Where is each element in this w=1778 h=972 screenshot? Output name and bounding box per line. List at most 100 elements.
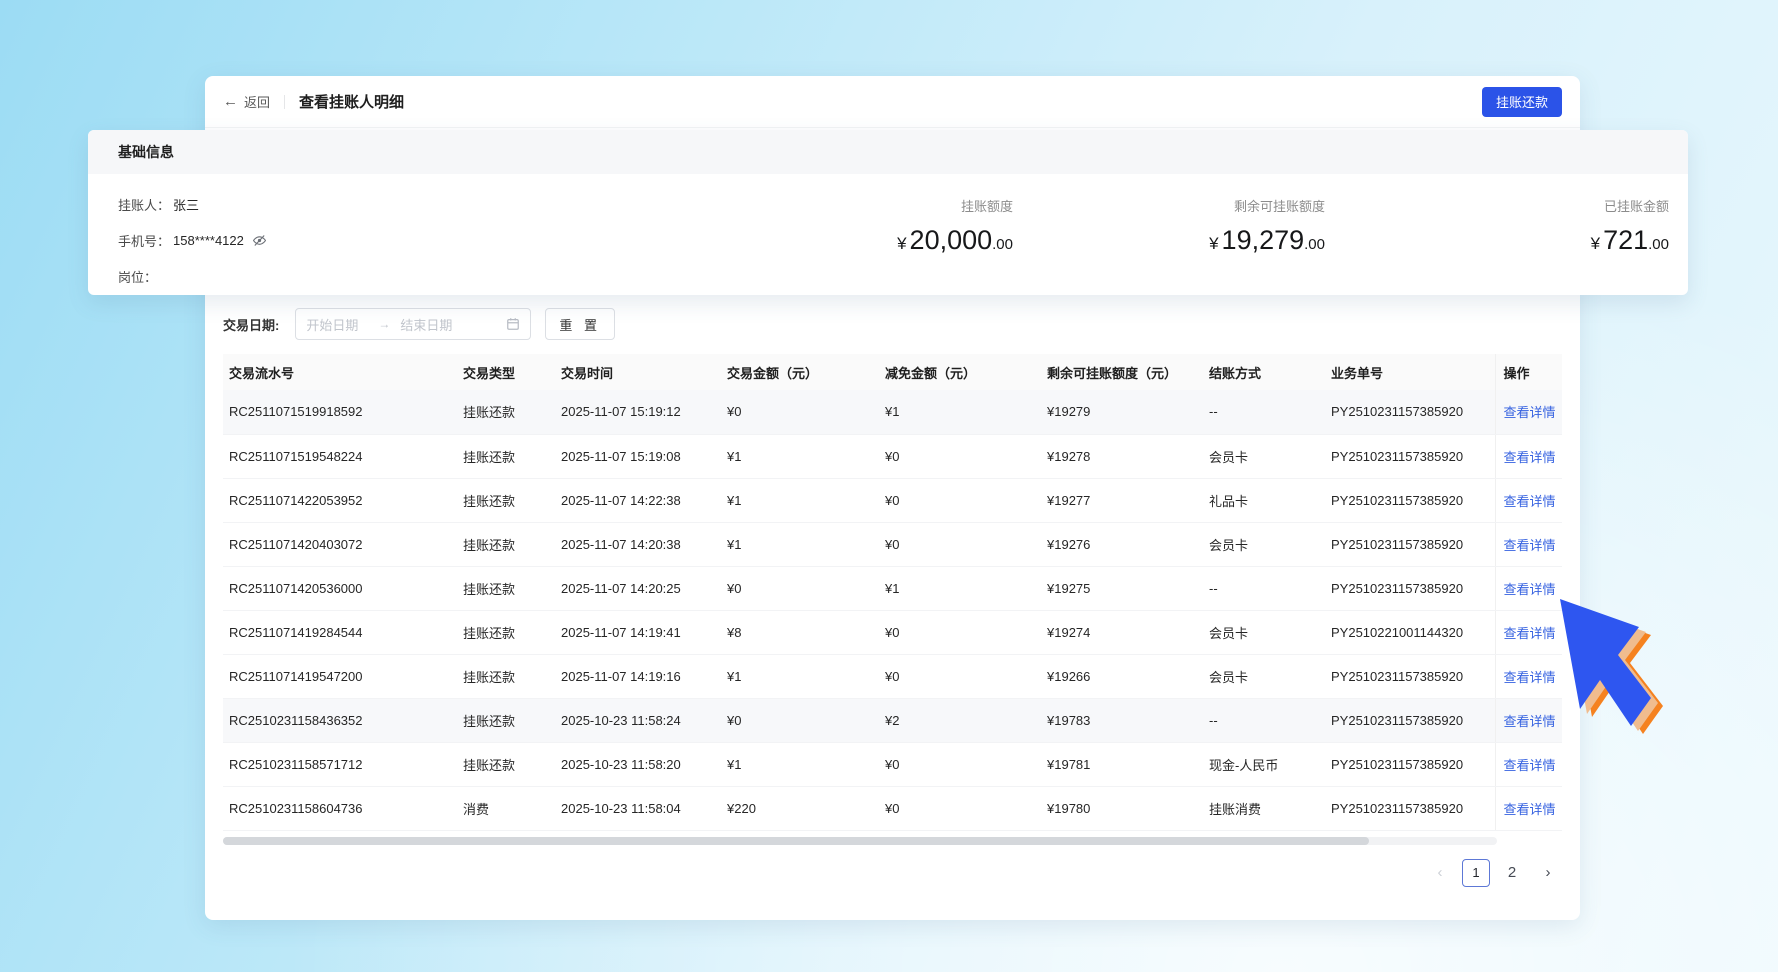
- view-detail-link[interactable]: 查看详情: [1504, 626, 1556, 641]
- cell-discount: ¥0: [877, 478, 1039, 522]
- cell-amount: ¥1: [719, 478, 877, 522]
- cell-id: RC2511071519918592: [223, 390, 455, 434]
- scrollbar-thumb[interactable]: [223, 837, 1369, 845]
- filter-row: 交易日期: 开始日期 → 结束日期 重 置: [223, 308, 1562, 340]
- info-fields: 挂账人： 张三 手机号： 158****4122 岗位：: [118, 186, 897, 294]
- cell-amount: ¥1: [719, 654, 877, 698]
- stat-remaining-limit: 剩余可挂账额度 ¥19,279.00: [1013, 196, 1325, 294]
- cell-amount: ¥8: [719, 610, 877, 654]
- view-detail-link[interactable]: 查看详情: [1504, 450, 1556, 465]
- start-date-input[interactable]: 开始日期: [306, 315, 372, 334]
- table-row: RC2511071519918592挂账还款2025-11-07 15:19:1…: [223, 390, 1562, 434]
- end-date-input[interactable]: 结束日期: [400, 315, 500, 334]
- cell-method: --: [1201, 698, 1323, 742]
- table-row: RC2511071420403072挂账还款2025-11-07 14:20:3…: [223, 522, 1562, 566]
- repay-button[interactable]: 挂账还款: [1482, 87, 1562, 117]
- page-button-1[interactable]: 1: [1462, 859, 1490, 887]
- field-label: 手机号：: [118, 231, 170, 250]
- view-detail-link[interactable]: 查看详情: [1504, 758, 1556, 773]
- view-detail-link[interactable]: 查看详情: [1504, 714, 1556, 729]
- cell-discount: ¥0: [877, 610, 1039, 654]
- cell-amount: ¥0: [719, 698, 877, 742]
- cell-order: PY2510231157385920: [1323, 522, 1495, 566]
- horizontal-scrollbar[interactable]: [223, 837, 1497, 845]
- cell-time: 2025-11-07 14:22:38: [553, 478, 719, 522]
- cell-id: RC2511071519548224: [223, 434, 455, 478]
- page-background: ← 返回 查看挂账人明细 挂账还款 交易日期: 开始日期 → 结束日期: [0, 0, 1778, 972]
- table-row: RC2510231158604736消费2025-10-23 11:58:04¥…: [223, 786, 1562, 830]
- cell-order: PY2510231157385920: [1323, 390, 1495, 434]
- cell-id: RC2511071420536000: [223, 566, 455, 610]
- column-header-4: 交易金额（元）: [719, 354, 877, 390]
- cell-discount: ¥2: [877, 698, 1039, 742]
- cell-remaining: ¥19780: [1039, 786, 1201, 830]
- table-row: RC2511071419284544挂账还款2025-11-07 14:19:4…: [223, 610, 1562, 654]
- cell-time: 2025-11-07 14:20:38: [553, 522, 719, 566]
- pagination: ‹ 1 2 ›: [223, 859, 1562, 887]
- cell-time: 2025-11-07 14:20:25: [553, 566, 719, 610]
- page-button-2[interactable]: 2: [1498, 859, 1526, 887]
- field-account-holder: 挂账人： 张三: [118, 186, 897, 222]
- date-range-picker[interactable]: 开始日期 → 结束日期: [295, 308, 531, 340]
- topbar: ← 返回 查看挂账人明细 挂账还款: [205, 76, 1580, 128]
- column-header-5: 减免金额（元）: [877, 354, 1039, 390]
- next-page-button[interactable]: ›: [1534, 859, 1562, 887]
- cell-time: 2025-10-23 11:58:24: [553, 698, 719, 742]
- table-header-row: 交易流水号交易类型交易时间交易金额（元）减免金额（元）剩余可挂账额度（元）结账方…: [223, 354, 1562, 390]
- column-header-9: 操作: [1495, 354, 1562, 390]
- cell-time: 2025-10-23 11:58:04: [553, 786, 719, 830]
- cell-amount: ¥0: [719, 566, 877, 610]
- table-row: RC2510231158436352挂账还款2025-10-23 11:58:2…: [223, 698, 1562, 742]
- cell-time: 2025-11-07 15:19:12: [553, 390, 719, 434]
- cell-amount: ¥220: [719, 786, 877, 830]
- cell-id: RC2511071419284544: [223, 610, 455, 654]
- stat-value: ¥19,279.00: [1013, 225, 1325, 260]
- transactions-table: 交易流水号交易类型交易时间交易金额（元）减免金额（元）剩余可挂账额度（元）结账方…: [223, 354, 1562, 831]
- back-arrow-icon: ←: [223, 94, 238, 109]
- stat-label: 剩余可挂账额度: [1013, 196, 1325, 215]
- reset-button[interactable]: 重 置: [545, 308, 615, 340]
- cell-remaining: ¥19279: [1039, 390, 1201, 434]
- view-detail-link[interactable]: 查看详情: [1504, 494, 1556, 509]
- cell-id: RC2511071422053952: [223, 478, 455, 522]
- cell-id: RC2511071420403072: [223, 522, 455, 566]
- view-detail-link[interactable]: 查看详情: [1504, 538, 1556, 553]
- cell-action: 查看详情: [1495, 742, 1562, 786]
- back-label: 返回: [244, 92, 270, 111]
- cell-amount: ¥1: [719, 742, 877, 786]
- view-detail-link[interactable]: 查看详情: [1504, 405, 1556, 420]
- view-detail-link[interactable]: 查看详情: [1504, 802, 1556, 817]
- field-label: 挂账人：: [118, 195, 170, 214]
- cell-amount: ¥1: [719, 522, 877, 566]
- filter-label: 交易日期:: [223, 315, 279, 334]
- eye-off-icon[interactable]: [252, 233, 267, 248]
- calendar-icon: [506, 317, 520, 331]
- cell-action: 查看详情: [1495, 434, 1562, 478]
- field-phone: 手机号： 158****4122: [118, 222, 897, 258]
- table-row: RC2511071519548224挂账还款2025-11-07 15:19:0…: [223, 434, 1562, 478]
- cell-order: PY2510231157385920: [1323, 698, 1495, 742]
- stat-label: 挂账额度: [897, 196, 1013, 215]
- field-label: 岗位：: [118, 267, 157, 286]
- basic-info-card: 基础信息 挂账人： 张三 手机号： 158****4122: [88, 130, 1688, 295]
- topbar-divider: [284, 95, 285, 109]
- table-row: RC2511071419547200挂账还款2025-11-07 14:19:1…: [223, 654, 1562, 698]
- cell-method: 会员卡: [1201, 522, 1323, 566]
- view-detail-link[interactable]: 查看详情: [1504, 582, 1556, 597]
- back-button[interactable]: ← 返回: [223, 92, 270, 111]
- cell-amount: ¥0: [719, 390, 877, 434]
- cell-id: RC2511071419547200: [223, 654, 455, 698]
- cell-remaining: ¥19276: [1039, 522, 1201, 566]
- cell-amount: ¥1: [719, 434, 877, 478]
- table-row: RC2511071420536000挂账还款2025-11-07 14:20:2…: [223, 566, 1562, 610]
- prev-page-button[interactable]: ‹: [1426, 859, 1454, 887]
- cell-type: 挂账还款: [455, 742, 553, 786]
- field-value: 张三: [173, 195, 199, 214]
- range-separator-icon: →: [378, 317, 390, 331]
- cell-type: 消费: [455, 786, 553, 830]
- view-detail-link[interactable]: 查看详情: [1504, 670, 1556, 685]
- cell-order: PY2510231157385920: [1323, 742, 1495, 786]
- column-header-7: 结账方式: [1201, 354, 1323, 390]
- cell-discount: ¥0: [877, 786, 1039, 830]
- info-stats: 挂账额度 ¥20,000.00 剩余可挂账额度 ¥19,279.00 已挂账金额…: [897, 186, 1669, 294]
